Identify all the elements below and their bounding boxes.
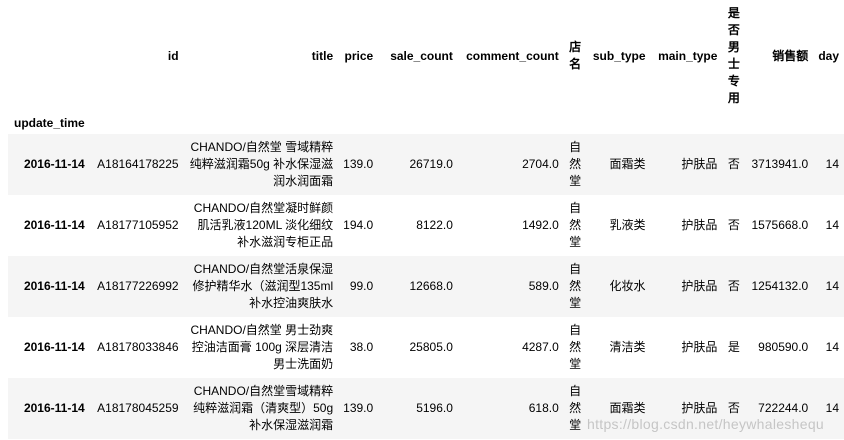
cell-shop: 自然堂 xyxy=(564,134,587,195)
table-row: 2016-11-14 A18177226992 CHANDO/自然堂活泉保湿修护… xyxy=(8,256,844,317)
cell-comment-count: 618.0 xyxy=(528,401,559,415)
col-header-male-text: 是否男士专用 xyxy=(727,6,740,105)
row-index-date: 2016-11-14 xyxy=(23,340,85,354)
cell-main-type: 护肤品 xyxy=(681,218,718,232)
cell-male: 是 xyxy=(727,340,740,354)
cell-price: 99.0 xyxy=(349,279,374,293)
col-header-comment-count: comment_count xyxy=(466,48,559,63)
cell-id: A18177226992 xyxy=(97,279,179,293)
col-header-price: price xyxy=(344,48,374,63)
row-index-date: 2016-11-14 xyxy=(23,279,85,293)
cell-title: CHANDO/自然堂 男士劲爽控油洁面膏 100g 深层清洁男士洗面奶 xyxy=(190,323,334,371)
cell-sale-count: 5196.0 xyxy=(416,401,453,415)
cell-shop: 自然堂 xyxy=(564,256,587,317)
cell-sub-type: 面霜类 xyxy=(609,157,646,171)
cell-comment-count: 2704.0 xyxy=(522,157,559,171)
col-header-shop: 店名 xyxy=(564,0,587,112)
watermark-text: https://blog.csdn.net/heywhaleshequ xyxy=(587,416,824,432)
table-body: 2016-11-14 A18164178225 CHANDO/自然堂 雪域精粹纯… xyxy=(8,134,844,439)
col-header-id: id xyxy=(167,48,179,63)
cell-shop: 自然堂 xyxy=(564,195,587,256)
cell-comment-count: 1492.0 xyxy=(522,218,559,232)
cell-title: CHANDO/自然堂活泉保湿修护精华水（滋润型135ml 补水控油爽肤水 xyxy=(192,262,334,310)
col-header-male: 是否男士专用 xyxy=(722,0,745,112)
cell-title: CHANDO/自然堂凝时鲜颜肌活乳液120ML 淡化细纹补水滋润专柜正品 xyxy=(193,201,334,249)
cell-id: A18164178225 xyxy=(97,157,179,171)
cell-sales: 3713941.0 xyxy=(751,157,809,171)
col-header-sale-count: sale_count xyxy=(390,48,453,63)
row-index-date: 2016-11-14 xyxy=(23,218,85,232)
cell-comment-count: 4287.0 xyxy=(522,340,559,354)
cell-main-type: 护肤品 xyxy=(681,279,718,293)
cell-shop: 自然堂 xyxy=(564,317,587,378)
cell-shop-text: 自然堂 xyxy=(569,262,582,310)
cell-male: 否 xyxy=(727,279,740,293)
col-header-shop-text: 店名 xyxy=(569,40,582,71)
col-header-day: day xyxy=(818,48,839,63)
table-header: id title price sale_count comment_count … xyxy=(8,0,844,134)
col-header-sub-type: sub_type xyxy=(592,48,646,63)
cell-price: 139.0 xyxy=(343,401,374,415)
row-index-date: 2016-11-14 xyxy=(23,401,85,415)
table-row: 2016-11-14 A18178033846 CHANDO/自然堂 男士劲爽控… xyxy=(8,317,844,378)
cell-shop: 自然堂 xyxy=(564,378,587,439)
cell-sale-count: 26719.0 xyxy=(409,157,453,171)
cell-title: CHANDO/自然堂雪域精粹纯粹滋润霜（清爽型）50g 补水保湿滋润霜 xyxy=(193,384,334,432)
cell-sale-count: 8122.0 xyxy=(416,218,453,232)
cell-id: A18177105952 xyxy=(97,218,179,232)
cell-sub-type: 乳液类 xyxy=(609,218,646,232)
cell-shop-text: 自然堂 xyxy=(569,140,582,188)
cell-sub-type: 化妆水 xyxy=(609,279,646,293)
cell-sales: 1575668.0 xyxy=(751,218,809,232)
cell-comment-count: 589.0 xyxy=(528,279,559,293)
cell-male: 否 xyxy=(727,218,740,232)
cell-day: 14 xyxy=(825,279,839,293)
column-header-row: id title price sale_count comment_count … xyxy=(8,0,844,112)
cell-sales: 1254132.0 xyxy=(751,279,809,293)
dataframe-output: id title price sale_count comment_count … xyxy=(8,0,844,439)
col-header-main-type: main_type xyxy=(658,48,718,63)
col-header-title: title xyxy=(311,48,334,63)
cell-id: A18178045259 xyxy=(97,401,179,415)
cell-sale-count: 12668.0 xyxy=(409,279,453,293)
cell-title: CHANDO/自然堂 雪域精粹纯粹滋润霜50g 补水保湿滋润水润面霜 xyxy=(189,140,334,188)
cell-shop-text: 自然堂 xyxy=(569,384,582,432)
cell-sale-count: 25805.0 xyxy=(409,340,453,354)
corner-cell xyxy=(8,0,90,112)
cell-shop-text: 自然堂 xyxy=(569,323,582,371)
row-index-date: 2016-11-14 xyxy=(23,157,85,171)
cell-sales: 980590.0 xyxy=(758,340,809,354)
cell-price: 139.0 xyxy=(343,157,374,171)
col-header-sales: 销售额 xyxy=(772,48,809,63)
cell-main-type: 护肤品 xyxy=(681,340,718,354)
cell-price: 38.0 xyxy=(349,340,374,354)
index-name: update_time xyxy=(14,115,85,130)
index-name-row: update_time xyxy=(8,112,844,134)
cell-day: 14 xyxy=(825,218,839,232)
cell-day: 14 xyxy=(825,340,839,354)
cell-id: A18178033846 xyxy=(97,340,179,354)
cell-price: 194.0 xyxy=(343,218,374,232)
table-row: 2016-11-14 A18177105952 CHANDO/自然堂凝时鲜颜肌活… xyxy=(8,195,844,256)
cell-day: 14 xyxy=(825,157,839,171)
table-row: 2016-11-14 A18164178225 CHANDO/自然堂 雪域精粹纯… xyxy=(8,134,844,195)
cell-shop-text: 自然堂 xyxy=(569,201,582,249)
cell-male: 否 xyxy=(727,157,740,171)
cell-main-type: 护肤品 xyxy=(681,157,718,171)
dataframe-table: id title price sale_count comment_count … xyxy=(8,0,844,439)
cell-sub-type: 清洁类 xyxy=(609,340,646,354)
